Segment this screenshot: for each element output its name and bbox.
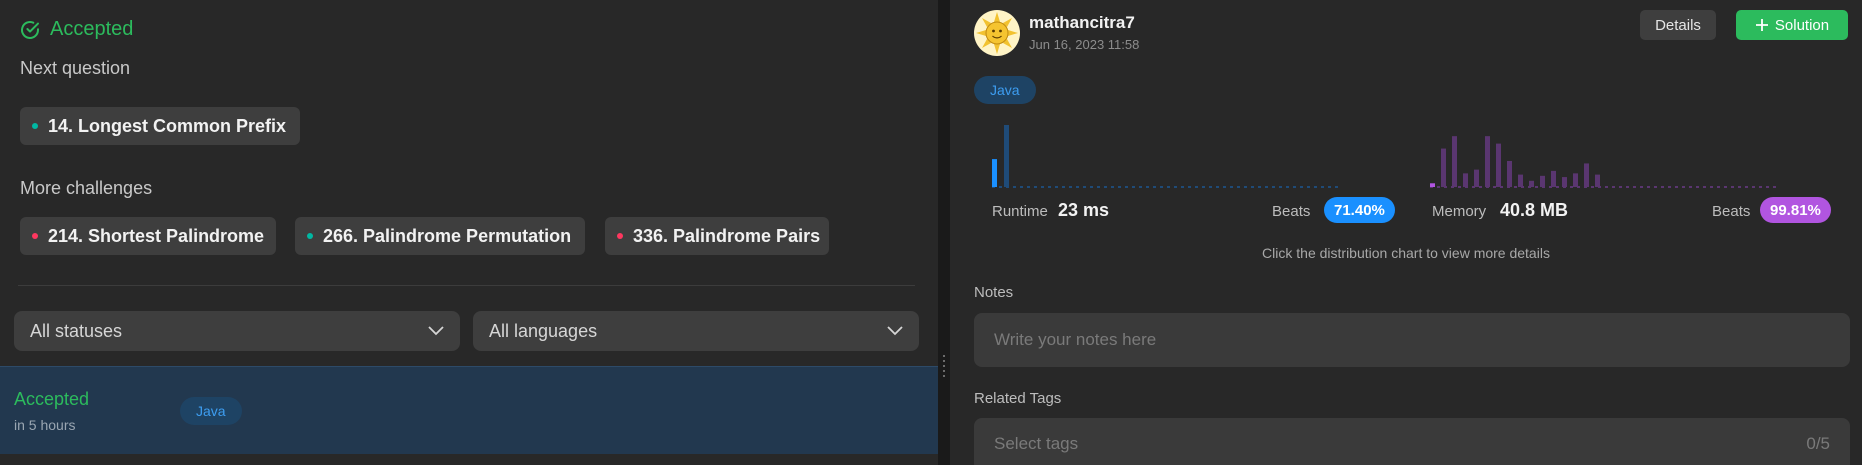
distribution-hint: Click the distribution chart to view mor… — [1262, 245, 1550, 261]
right-panel: mathancitra7 Jun 16, 2023 11:58 Details … — [950, 0, 1862, 465]
distribution-bar[interactable] — [1551, 170, 1556, 187]
difficulty-easy-dot — [307, 233, 313, 239]
next-question-label: 14. Longest Common Prefix — [48, 115, 287, 136]
challenge-chip[interactable]: 266. Palindrome Permutation — [295, 217, 585, 255]
challenge-chip[interactable]: 214. Shortest Palindrome — [20, 217, 276, 255]
distribution-bar[interactable] — [1474, 169, 1479, 187]
distribution-bar[interactable] — [1584, 163, 1589, 187]
sun-avatar-icon — [976, 12, 1018, 54]
runtime-distribution-chart[interactable] — [992, 120, 1340, 190]
difficulty-hard-dot — [617, 233, 623, 239]
submission-row[interactable]: Accepted in 5 hours Java — [0, 366, 938, 454]
status-filter-select[interactable]: All statuses — [14, 311, 460, 351]
challenge-label: 214. Shortest Palindrome — [48, 225, 265, 246]
accepted-title: Accepted — [50, 18, 134, 40]
details-button[interactable]: Details — [1640, 10, 1716, 40]
memory-beats-label: Beats — [1712, 203, 1751, 220]
solution-button-label: Solution — [1774, 16, 1830, 34]
notes-placeholder: Write your notes here — [994, 330, 1157, 349]
runtime-beats-label: Beats — [1272, 203, 1311, 220]
challenge-chip[interactable]: 336. Palindrome Pairs — [605, 217, 829, 255]
runtime-label: Runtime — [992, 203, 1048, 220]
next-question-heading: Next question — [20, 58, 131, 78]
language-filter-select[interactable]: All languages — [473, 311, 919, 351]
panel-resize-handle[interactable] — [938, 0, 950, 465]
distribution-bar[interactable] — [1595, 174, 1600, 187]
memory-label: Memory — [1432, 203, 1487, 220]
distribution-bar[interactable] — [1004, 125, 1009, 187]
more-challenges-heading: More challenges — [20, 178, 153, 198]
distribution-bar[interactable] — [1540, 175, 1545, 187]
runtime-value: 23 ms — [1058, 200, 1110, 220]
distribution-bar[interactable] — [1518, 174, 1523, 187]
check-circle-icon — [21, 20, 39, 39]
avatar[interactable] — [974, 10, 1020, 56]
distribution-bar[interactable] — [1562, 177, 1567, 187]
distribution-bar[interactable] — [1529, 180, 1534, 187]
tags-count: 0/5 — [1806, 434, 1830, 453]
distribution-bar[interactable] — [1507, 160, 1512, 187]
distribution-bar[interactable] — [1463, 173, 1468, 187]
challenge-label: 266. Palindrome Permutation — [323, 225, 572, 246]
distribution-bar[interactable] — [1485, 136, 1490, 187]
tags-placeholder: Select tags — [994, 434, 1079, 453]
chevron-down-icon — [887, 326, 903, 336]
tags-select[interactable]: Select tags 0/5 — [974, 418, 1850, 465]
submission-status: Accepted — [14, 389, 90, 409]
difficulty-hard-dot — [32, 233, 38, 239]
distribution-bar[interactable] — [992, 159, 997, 187]
memory-distribution-chart[interactable] — [1430, 120, 1776, 190]
distribution-bar[interactable] — [1496, 143, 1501, 187]
solution-button[interactable]: Solution — [1736, 10, 1848, 40]
notes-input[interactable]: Write your notes here — [974, 313, 1850, 367]
drag-grip-icon — [943, 355, 945, 377]
related-tags-label: Related Tags — [974, 390, 1062, 407]
accepted-header: Accepted — [20, 18, 133, 41]
distribution-bar[interactable] — [1452, 136, 1457, 187]
username[interactable]: mathancitra7 — [1029, 13, 1135, 33]
left-panel: Accepted Next question 14. Longest Commo… — [0, 0, 938, 465]
submission-time: in 5 hours — [14, 417, 76, 433]
memory-value: 40.8 MB — [1500, 200, 1569, 220]
language-filter-value: All languages — [489, 320, 598, 341]
submission-date: Jun 16, 2023 11:58 — [1029, 37, 1140, 52]
runtime-beats-badge: 71.40% — [1324, 197, 1395, 223]
distribution-bar[interactable] — [1573, 173, 1578, 187]
submission-language-badge: Java — [180, 397, 242, 425]
status-filter-value: All statuses — [30, 320, 123, 341]
divider — [18, 285, 915, 286]
distribution-bar[interactable] — [1430, 183, 1435, 187]
next-question-chip[interactable]: 14. Longest Common Prefix — [20, 107, 301, 145]
difficulty-easy-dot — [32, 123, 38, 129]
chevron-down-icon — [428, 326, 444, 336]
language-badge: Java — [974, 76, 1036, 104]
plus-icon — [1755, 19, 1768, 31]
notes-label: Notes — [974, 284, 1014, 301]
submission-result-view: Accepted Next question 14. Longest Commo… — [0, 0, 1862, 465]
memory-beats-badge: 99.81% — [1760, 197, 1831, 223]
challenge-label: 336. Palindrome Pairs — [633, 225, 821, 246]
distribution-bar[interactable] — [1441, 148, 1446, 187]
